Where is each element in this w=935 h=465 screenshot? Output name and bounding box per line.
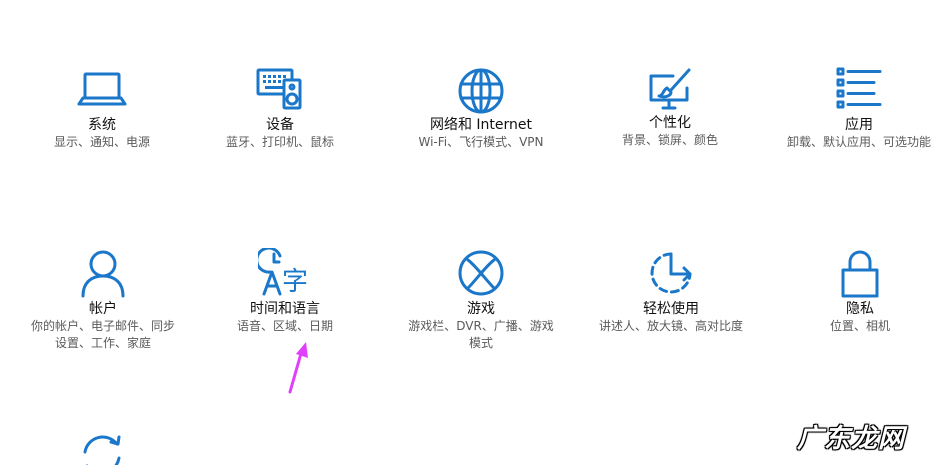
update-sync-icon	[83, 435, 121, 465]
tile-desc: 卸载、默认应用、可选功能	[786, 135, 931, 149]
list-icon	[836, 67, 882, 109]
tile-desc: 背景、锁屏、颜色	[621, 133, 718, 147]
tile-personalization[interactable]: 个性化 背景、锁屏、颜色	[610, 66, 730, 149]
tile-title: 个性化	[649, 115, 691, 131]
tile-desc-line2: 模式	[468, 336, 493, 350]
tile-desc: 蓝牙、打印机、鼠标	[225, 135, 334, 149]
tile-desc: 游戏栏、DVR、广播、游戏	[408, 319, 554, 333]
xbox-icon	[458, 250, 504, 296]
tile-gaming[interactable]: 游戏 游戏栏、DVR、广播、游戏 模式	[406, 248, 556, 352]
tile-title: 系统	[88, 117, 116, 133]
tile-desc: 你的帐户、电子邮件、同步	[30, 319, 175, 333]
tile-accounts[interactable]: 帐户 你的帐户、电子邮件、同步 设置、工作、家庭	[28, 248, 178, 352]
tile-desc-line2: 设置、工作、家庭	[54, 336, 151, 350]
tile-privacy[interactable]: 隐私 位置、相机	[800, 248, 920, 335]
tile-time-language[interactable]: 字 时间和语言 语音、区域、日期	[225, 248, 345, 335]
tile-title: 设备	[266, 117, 294, 133]
tile-title: 网络和 Internet	[429, 117, 533, 133]
tile-title: 隐私	[846, 301, 874, 317]
tile-devices[interactable]: 设备 蓝牙、打印机、鼠标	[220, 66, 340, 151]
keyboard-speaker-icon	[256, 68, 302, 110]
pink-arrow-icon	[288, 342, 308, 394]
settings-home: 系统 显示、通知、电源 设备 蓝牙、打印机、鼠标 网络和 Internet Wi…	[0, 0, 935, 465]
tile-title: 帐户	[89, 301, 117, 317]
tile-title: 轻松使用	[643, 301, 699, 317]
tile-title: 时间和语言	[250, 301, 320, 317]
svg-text:字: 字	[282, 267, 308, 297]
tile-desc: 位置、相机	[829, 319, 890, 333]
tile-update-security[interactable]	[72, 430, 132, 465]
tile-ease-of-access[interactable]: 轻松使用 讲述人、放大镜、高对比度	[596, 248, 746, 335]
tile-desc: 显示、通知、电源	[53, 135, 150, 149]
globe-icon	[458, 68, 504, 114]
tile-system[interactable]: 系统 显示、通知、电源	[42, 66, 162, 151]
time-language-icon: 字	[258, 248, 308, 297]
tile-apps[interactable]: 应用 卸载、默认应用、可选功能	[784, 66, 934, 151]
tile-title: 应用	[845, 117, 873, 133]
tile-network[interactable]: 网络和 Internet Wi-Fi、飞行模式、VPN	[406, 66, 556, 151]
lock-icon	[841, 250, 879, 298]
laptop-icon	[77, 72, 127, 106]
watermark: 广东龙网	[796, 424, 905, 454]
tile-title: 游戏	[467, 301, 495, 317]
person-icon	[81, 250, 125, 298]
ease-of-access-icon	[650, 252, 692, 294]
paint-monitor-icon	[649, 68, 691, 110]
tile-desc: Wi-Fi、飞行模式、VPN	[418, 135, 544, 149]
tile-desc: 讲述人、放大镜、高对比度	[598, 319, 743, 333]
tile-desc: 语音、区域、日期	[236, 319, 333, 333]
